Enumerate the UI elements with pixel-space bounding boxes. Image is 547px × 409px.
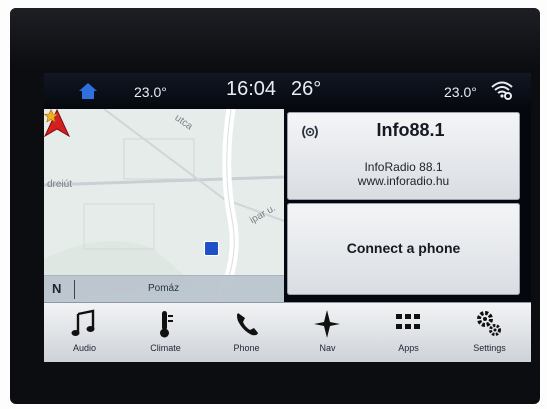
bezel-top-shade [10, 8, 540, 68]
radio-station-title: Info88.1 [376, 120, 445, 140]
parking-poi-icon[interactable] [204, 241, 219, 256]
radio-station-name: InfoRadio 88.1 [364, 160, 443, 174]
status-bar: 23.0° 16:04 26° 23.0° [44, 73, 531, 109]
bottom-dock: Audio Climate Phone Nav Apps Settings [44, 302, 531, 362]
phone-handset-icon [237, 313, 258, 336]
dock-item-climate[interactable]: Climate [125, 303, 206, 362]
clock: 16:04 [226, 78, 277, 100]
radio-tile[interactable]: Info88.1 InfoRadio 88.1 www.inforadio.hu [287, 112, 520, 200]
favorite-star-icon[interactable] [44, 109, 58, 123]
dock-item-apps[interactable]: Apps [368, 303, 449, 362]
compass-star-icon [314, 310, 340, 338]
dock-label: Phone [233, 343, 260, 353]
grid-icon [396, 314, 420, 329]
passenger-temperature[interactable]: 23.0° [444, 84, 477, 100]
street-label: dreiút [47, 179, 73, 190]
driver-temperature[interactable]: 23.0° [134, 84, 167, 100]
dock-item-settings[interactable]: Settings [449, 303, 530, 362]
home-icon[interactable] [78, 82, 98, 100]
outside-temperature: 26° [291, 78, 322, 100]
dock-item-audio[interactable]: Audio [44, 303, 125, 362]
radio-station-url: www.inforadio.hu [357, 174, 450, 188]
music-note-icon [71, 309, 95, 336]
dock-item-nav[interactable]: Nav [287, 303, 368, 362]
infotainment-screen: 23.0° 16:04 26° 23.0° dreiút ipar u. utc… [44, 73, 531, 362]
compass-heading[interactable]: N [52, 281, 61, 296]
thermometer-icon [160, 311, 173, 338]
map-info-bar: N Pomáz [44, 275, 284, 302]
map-roads [44, 109, 284, 302]
dock-item-phone[interactable]: Phone [206, 303, 287, 362]
dock-label: Settings [473, 343, 506, 353]
dock-label: Apps [398, 343, 419, 353]
gears-icon [477, 311, 501, 336]
dock-label: Climate [150, 343, 181, 353]
dock-label: Nav [319, 343, 336, 353]
navigation-map[interactable]: dreiút ipar u. utca N Pomáz [44, 109, 284, 302]
current-city: Pomáz [148, 283, 180, 294]
connect-phone-tile[interactable]: Connect a phone [287, 203, 520, 295]
connect-phone-label: Connect a phone [346, 240, 461, 256]
compass-divider [74, 280, 75, 299]
dock-label: Audio [72, 343, 97, 353]
wifi-icon [491, 81, 513, 100]
